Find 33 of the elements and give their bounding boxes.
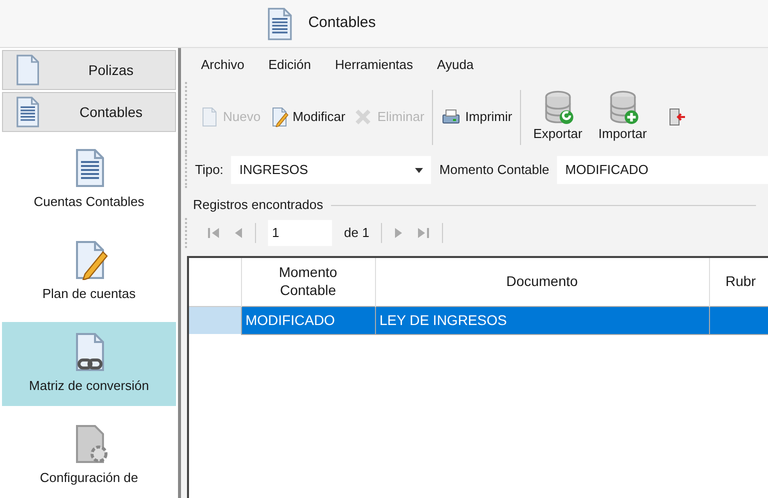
table-cell: LEY DE INGRESOS bbox=[375, 306, 709, 334]
sidebar-item[interactable]: Matriz de conversión bbox=[2, 322, 176, 406]
toolbar-button[interactable]: Importar bbox=[594, 90, 651, 144]
menu-item[interactable]: Edición bbox=[268, 55, 311, 75]
exit-icon bbox=[666, 107, 687, 127]
sidebar-item-label: Matriz de conversión bbox=[29, 377, 149, 396]
toolbar-button[interactable]: Modificar bbox=[268, 107, 346, 127]
group-title: Registros encontrados bbox=[193, 196, 324, 214]
sidebar-group-button[interactable]: Contables bbox=[2, 92, 176, 132]
field-label: Momento Contable bbox=[439, 161, 550, 180]
type-dropdown[interactable]: INGRESOS bbox=[231, 156, 432, 184]
toolbar-button[interactable]: Imprimir bbox=[441, 107, 512, 127]
toolbar-button[interactable]: Exportar bbox=[529, 90, 586, 144]
moment-field[interactable]: MODIFICADO bbox=[557, 156, 768, 184]
menu-item[interactable]: Herramientas bbox=[335, 55, 414, 75]
window-title: Contables bbox=[308, 13, 376, 34]
menu-item[interactable]: Archivo bbox=[201, 55, 244, 75]
x-icon bbox=[353, 107, 374, 127]
page-count: de 1 bbox=[344, 224, 370, 242]
sidebar-item-label: Configuración de bbox=[40, 469, 138, 488]
table-cell: MODIFICADO bbox=[241, 306, 375, 334]
next-page-icon[interactable] bbox=[394, 226, 404, 240]
last-page-icon[interactable] bbox=[416, 226, 430, 240]
row-header[interactable] bbox=[189, 306, 241, 334]
first-page-icon[interactable] bbox=[207, 226, 221, 240]
page-field[interactable]: 1 bbox=[268, 220, 332, 246]
sidebar-item-label: Plan de cuentas bbox=[42, 285, 136, 304]
sidebar-group-button[interactable]: Polizas bbox=[2, 50, 176, 90]
field-label: Tipo: bbox=[195, 161, 224, 180]
previous-page-icon[interactable] bbox=[233, 226, 243, 240]
menu-item[interactable]: Ayuda bbox=[437, 55, 474, 75]
sidebar-item-label: Cuentas Contables bbox=[34, 193, 144, 212]
dropdown-arrow-icon bbox=[415, 168, 424, 172]
